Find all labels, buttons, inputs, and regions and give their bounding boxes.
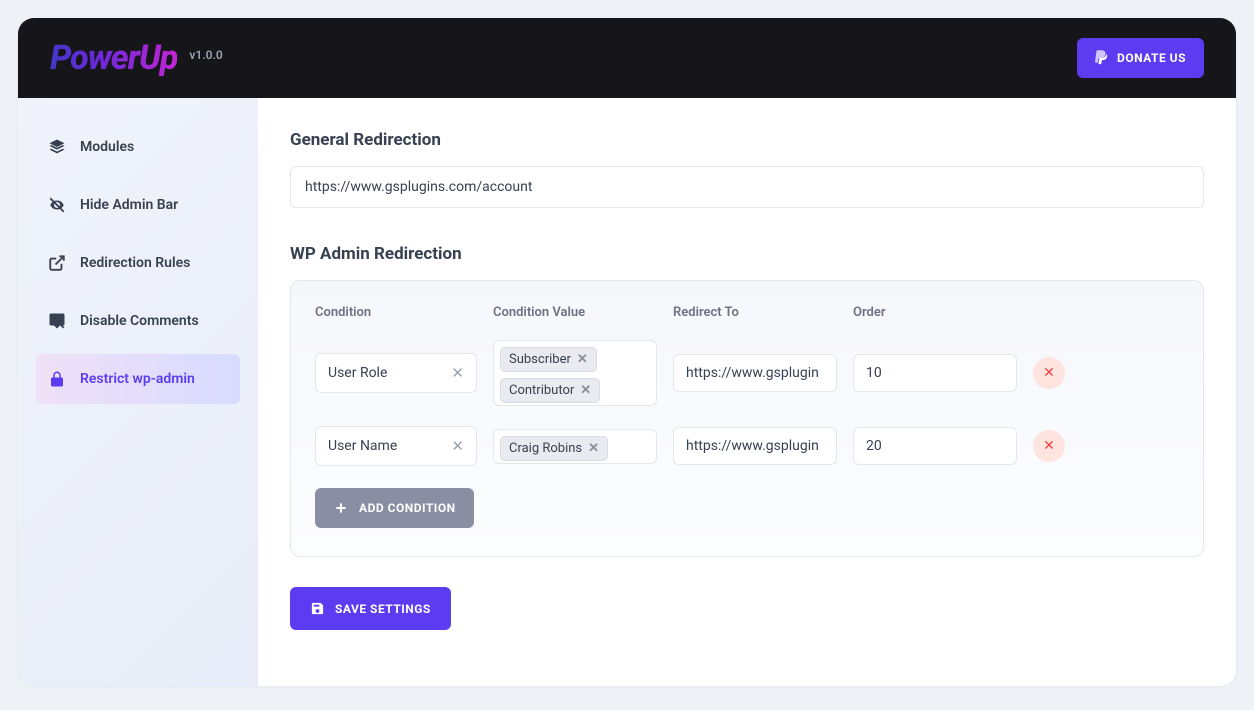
tag-label: Craig Robins	[509, 441, 582, 456]
sidebar-item-label: Modules	[80, 139, 134, 155]
table-row: User Name ✕ Craig Robins ✕ ✕	[315, 426, 1179, 466]
version-label: v1.0.0	[189, 48, 222, 62]
clear-icon[interactable]: ✕	[451, 364, 464, 382]
logo: PowerUp	[50, 38, 177, 78]
table-header: Condition Condition Value Redirect To Or…	[315, 305, 1179, 320]
sidebar: Modules Hide Admin Bar Redirection Rules…	[18, 98, 258, 686]
tag-remove-icon[interactable]: ✕	[580, 383, 591, 398]
condition-select[interactable]: User Role ✕	[315, 353, 477, 393]
sidebar-item-label: Hide Admin Bar	[80, 197, 178, 213]
delete-row-button[interactable]: ✕	[1033, 357, 1065, 389]
rules-card: Condition Condition Value Redirect To Or…	[290, 280, 1204, 557]
add-condition-button[interactable]: ADD CONDITION	[315, 488, 474, 528]
tag: Subscriber ✕	[500, 347, 597, 372]
section-title-general: General Redirection	[290, 130, 1204, 150]
add-condition-label: ADD CONDITION	[359, 501, 456, 515]
plus-icon	[333, 500, 349, 516]
body: Modules Hide Admin Bar Redirection Rules…	[18, 98, 1236, 686]
condition-select[interactable]: User Name ✕	[315, 426, 477, 466]
main-content: General Redirection WP Admin Redirection…	[258, 98, 1236, 686]
external-link-icon	[48, 254, 66, 272]
condition-value: User Name	[328, 438, 397, 454]
save-settings-label: SAVE SETTINGS	[335, 602, 431, 616]
close-icon: ✕	[1043, 365, 1055, 381]
header-value: Condition Value	[493, 305, 657, 320]
eye-off-icon	[48, 196, 66, 214]
tag-remove-icon[interactable]: ✕	[588, 441, 599, 456]
sidebar-item-modules[interactable]: Modules	[36, 122, 240, 172]
layers-icon	[48, 138, 66, 156]
clear-icon[interactable]: ✕	[451, 437, 464, 455]
tag-label: Contributor	[509, 383, 574, 398]
lock-icon	[48, 370, 66, 388]
header-condition: Condition	[315, 305, 477, 320]
header-redirect: Redirect To	[673, 305, 837, 320]
donate-label: DONATE US	[1117, 51, 1186, 65]
redirect-input[interactable]	[673, 354, 837, 392]
sidebar-item-label: Disable Comments	[80, 313, 199, 329]
order-input[interactable]	[853, 354, 1017, 392]
condition-value-tags[interactable]: Craig Robins ✕	[493, 429, 657, 464]
section-title-wp-admin: WP Admin Redirection	[290, 244, 1204, 264]
tag: Craig Robins ✕	[500, 436, 608, 461]
sidebar-item-label: Redirection Rules	[80, 255, 190, 271]
header: PowerUp v1.0.0 DONATE US	[18, 18, 1236, 98]
app-window: PowerUp v1.0.0 DONATE US Modules Hide Ad…	[18, 18, 1236, 686]
save-settings-button[interactable]: SAVE SETTINGS	[290, 587, 451, 630]
tag-label: Subscriber	[509, 352, 571, 367]
header-order: Order	[853, 305, 1017, 320]
sidebar-item-hide-admin-bar[interactable]: Hide Admin Bar	[36, 180, 240, 230]
general-redirect-input[interactable]	[290, 166, 1204, 208]
close-icon: ✕	[1043, 438, 1055, 454]
paypal-icon	[1095, 50, 1109, 66]
brand: PowerUp v1.0.0	[50, 38, 223, 78]
tag: Contributor ✕	[500, 378, 600, 403]
redirect-input[interactable]	[673, 427, 837, 465]
sidebar-item-redirection-rules[interactable]: Redirection Rules	[36, 238, 240, 288]
save-icon	[310, 601, 325, 616]
sidebar-item-restrict-wp-admin[interactable]: Restrict wp-admin	[36, 354, 240, 404]
sidebar-item-disable-comments[interactable]: Disable Comments	[36, 296, 240, 346]
tag-remove-icon[interactable]: ✕	[577, 352, 588, 367]
condition-value: User Role	[328, 365, 387, 381]
condition-value-tags[interactable]: Subscriber ✕ Contributor ✕	[493, 340, 657, 406]
order-input[interactable]	[853, 427, 1017, 465]
comment-off-icon	[48, 312, 66, 330]
table-row: User Role ✕ Subscriber ✕ Contributor ✕ ✕	[315, 340, 1179, 406]
donate-button[interactable]: DONATE US	[1077, 38, 1204, 78]
delete-row-button[interactable]: ✕	[1033, 430, 1065, 462]
sidebar-item-label: Restrict wp-admin	[80, 371, 195, 387]
